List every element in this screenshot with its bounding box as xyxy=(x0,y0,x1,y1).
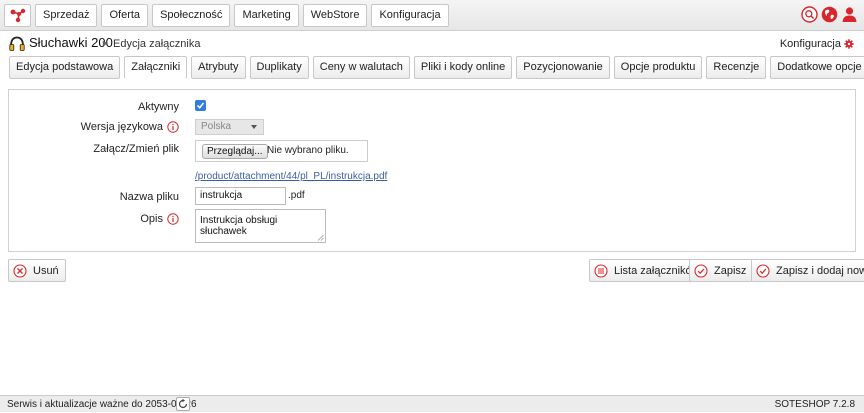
globe-icon[interactable] xyxy=(821,6,838,23)
tab-bar: Edycja podstawowa Załączniki Atrybuty Du… xyxy=(9,56,864,79)
browse-button[interactable]: Przeglądaj... xyxy=(202,144,268,159)
menu-marketing[interactable]: Marketing xyxy=(234,4,299,27)
breadcrumb: Edycja załącznika xyxy=(113,38,201,50)
menu-konfiguracja[interactable]: Konfiguracja xyxy=(371,4,449,27)
description-label-text: Opis xyxy=(140,213,163,225)
active-checkbox[interactable] xyxy=(195,100,206,111)
tab-edycja-podstawowa[interactable]: Edycja podstawowa xyxy=(9,56,121,79)
active-label: Aktywny xyxy=(138,101,179,113)
language-label-text: Wersja językowa xyxy=(80,121,163,133)
active-label-text: Aktywny xyxy=(138,101,179,113)
info-icon[interactable] xyxy=(167,121,179,133)
service-validity-text: Serwis i aktualizacje ważne do 2053-08-2… xyxy=(7,399,197,410)
description-label: Opis xyxy=(140,213,179,225)
file-label: Załącz/Zmień plik xyxy=(93,143,179,155)
search-icon[interactable] xyxy=(801,6,818,23)
delete-button-label: Usuń xyxy=(33,264,59,277)
tab-duplikaty[interactable]: Duplikaty xyxy=(249,56,309,79)
menu-sprzedaz[interactable]: Sprzedaż xyxy=(35,4,98,27)
file-label-text: Załącz/Zmień plik xyxy=(93,143,179,155)
save-button-label: Zapisz xyxy=(714,264,747,277)
tab-opcje-produktu[interactable]: Opcje produktu xyxy=(613,56,703,79)
list-icon xyxy=(594,263,608,278)
network-logo-icon xyxy=(10,8,26,23)
attachment-list-button-label: Lista załączników xyxy=(614,264,700,277)
no-file-text: Nie wybrano pliku. xyxy=(267,145,349,156)
filename-label: Nazwa pliku xyxy=(120,191,179,203)
app-version: SOTESHOP 7.2.8 xyxy=(774,399,855,410)
main-menu: Sprzedaż Oferta Społeczność Marketing We… xyxy=(35,4,453,27)
soteshop-logo[interactable] xyxy=(4,4,31,27)
tab-zalaczniki[interactable]: Załączniki xyxy=(124,56,188,79)
checkmark-circle-icon xyxy=(756,263,770,278)
gear-icon xyxy=(844,39,854,49)
refresh-icon xyxy=(178,398,188,409)
menu-spolecznosc[interactable]: Społeczność xyxy=(152,4,231,27)
description-text: Instrukcja obsługi słuchawek xyxy=(200,215,278,237)
save-and-add-new-button-label: Zapisz i dodaj nowy xyxy=(776,264,864,277)
refresh-button[interactable] xyxy=(176,397,190,411)
config-link[interactable]: Konfiguracja xyxy=(780,38,854,50)
file-input[interactable]: Przeglądaj... Nie wybrano pliku. xyxy=(195,140,368,162)
title-row: Słuchawki 200 ► Edycja załącznika Konfig… xyxy=(0,31,864,55)
menu-oferta[interactable]: Oferta xyxy=(101,4,149,27)
tab-dodatkowe-opcje[interactable]: Dodatkowe opcje xyxy=(770,56,864,79)
filename-extension: .pdf xyxy=(288,190,305,201)
headphones-icon xyxy=(9,36,25,51)
user-icon[interactable] xyxy=(841,6,858,23)
attachment-file-link[interactable]: /product/attachment/44/pl_PL/instrukcja.… xyxy=(195,171,387,182)
top-icons xyxy=(801,6,858,23)
config-link-label: Konfiguracja xyxy=(779,38,841,50)
language-select[interactable]: Polska xyxy=(195,119,264,135)
save-and-add-new-button[interactable]: Zapisz i dodaj nowy xyxy=(751,259,864,282)
filename-label-text: Nazwa pliku xyxy=(119,191,179,203)
save-button[interactable]: Zapisz xyxy=(689,259,754,282)
tab-pliki-i-kody[interactable]: Pliki i kody online xyxy=(413,56,513,79)
resize-grip-icon[interactable] xyxy=(317,234,324,241)
language-label: Wersja językowa xyxy=(81,121,179,133)
menu-webstore[interactable]: WebStore xyxy=(302,4,368,27)
attachment-form: Aktywny Wersja językowa Polska Załącz/Zm… xyxy=(8,89,856,252)
filename-input[interactable]: instrukcja xyxy=(195,187,286,205)
dropdown-arrow-icon xyxy=(251,125,257,129)
checkmark-icon xyxy=(196,102,205,109)
top-navigation-bar: Sprzedaż Oferta Społeczność Marketing We… xyxy=(0,0,864,31)
checkmark-circle-icon xyxy=(694,263,708,278)
breadcrumb-arrow-icon: ► xyxy=(101,38,110,48)
tab-recenzje[interactable]: Recenzje xyxy=(706,56,767,79)
delete-button[interactable]: Usuń xyxy=(8,259,66,282)
language-select-value: Polska xyxy=(201,121,232,132)
status-bar: Serwis i aktualizacje ważne do 2053-08-2… xyxy=(0,395,864,412)
tab-pozycjonowanie[interactable]: Pozycjonowanie xyxy=(516,56,610,79)
info-icon[interactable] xyxy=(167,213,179,225)
tab-atrybuty[interactable]: Atrybuty xyxy=(191,56,246,79)
tab-ceny-w-walutach[interactable]: Ceny w walutach xyxy=(312,56,410,79)
description-textarea[interactable]: Instrukcja obsługi słuchawek xyxy=(195,209,326,243)
delete-icon xyxy=(13,263,27,278)
